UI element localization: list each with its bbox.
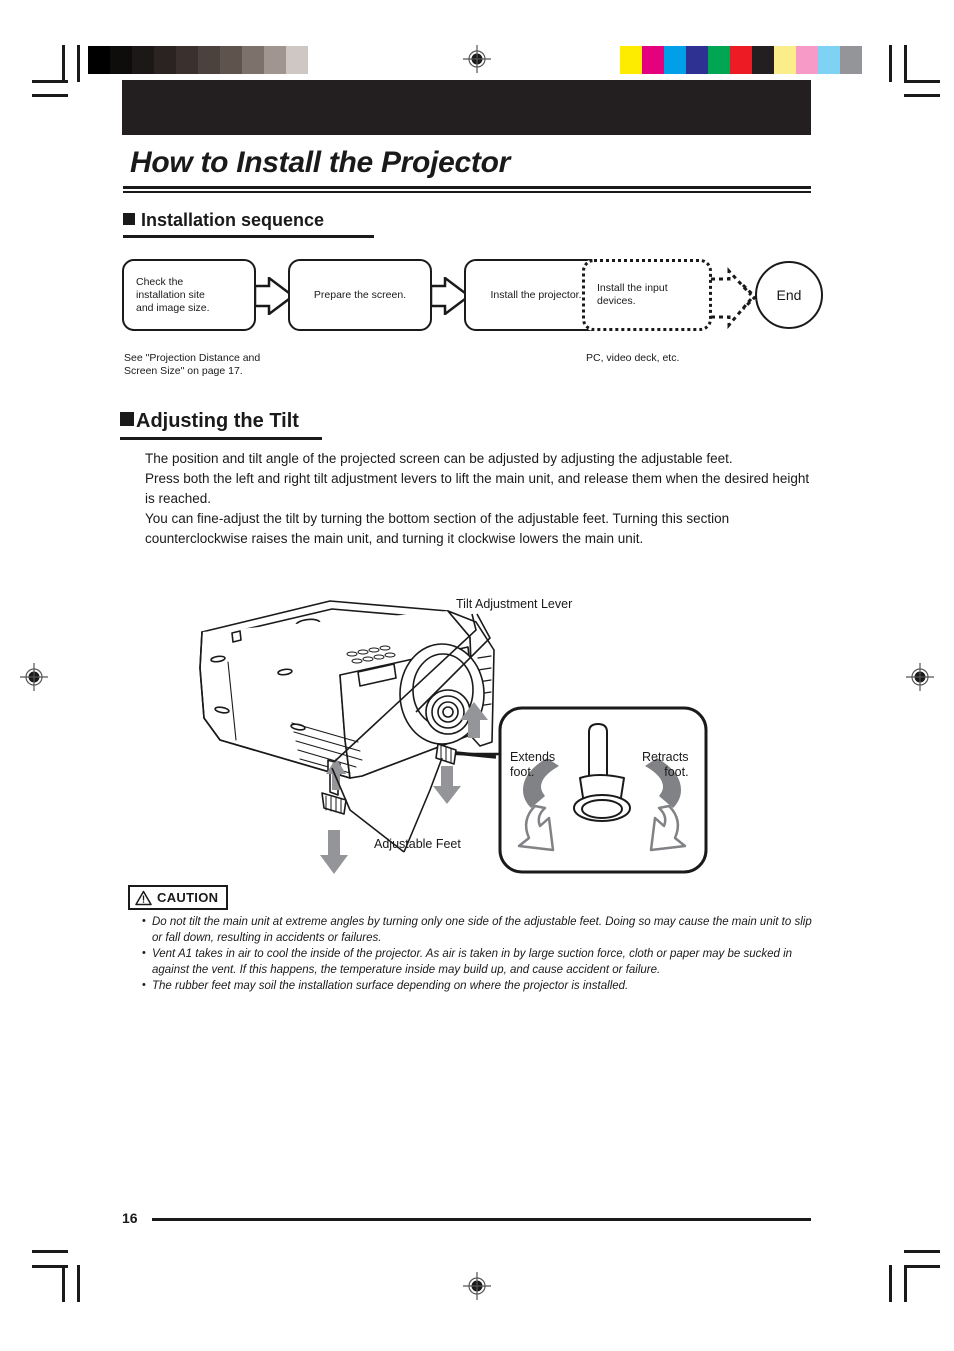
flow-step-4-optional: Install the input devices. <box>582 259 712 331</box>
color-patch-5 <box>730 46 752 74</box>
crop-mark-top-right-h <box>904 80 940 83</box>
section-heading-installation-sequence-label: Installation sequence <box>141 210 325 230</box>
flow-step-2-label: Prepare the screen. <box>313 288 407 301</box>
color-patch-9 <box>818 46 840 74</box>
caution-item-list: Do not tilt the main unit at extreme ang… <box>140 914 818 996</box>
grayscale-calibration-strip <box>88 46 330 74</box>
color-patch-4 <box>708 46 730 74</box>
color-patch-2 <box>664 46 686 74</box>
crop-mark-top-right-v2 <box>904 45 907 82</box>
section-heading-installation-sequence: Installation sequence <box>123 210 324 231</box>
crop-mark-bottom-left-h2 <box>32 1250 68 1253</box>
registration-mark-left <box>20 663 48 691</box>
header-black-bar <box>122 80 811 135</box>
crop-mark-bottom-left-v2 <box>77 1265 80 1302</box>
grayscale-patch-5 <box>198 46 220 74</box>
grayscale-patch-3 <box>154 46 176 74</box>
registration-mark-bottom <box>463 1272 491 1300</box>
label-extends-foot: Extends foot. <box>510 750 556 779</box>
flow-step-1: Check the installation site and image si… <box>122 259 256 331</box>
color-patch-0 <box>620 46 642 74</box>
crop-mark-bottom-right-v <box>889 1265 892 1302</box>
flow-step-2: Prepare the screen. <box>288 259 432 331</box>
caution-item: Vent A1 takes in air to cool the inside … <box>140 946 818 978</box>
adjusting-tilt-body: The position and tilt angle of the proje… <box>145 449 813 549</box>
footer-rule <box>152 1218 811 1221</box>
caution-badge: CAUTION <box>128 885 229 910</box>
label-tilt-adjustment-lever: Tilt Adjustment Lever <box>456 597 573 611</box>
grayscale-patch-1 <box>110 46 132 74</box>
crop-mark-bottom-left-h <box>32 1265 68 1268</box>
color-patch-3 <box>686 46 708 74</box>
title-rule-lower <box>123 191 811 193</box>
crop-mark-top-right-v <box>889 45 892 82</box>
crop-mark-bottom-right-h <box>904 1265 940 1268</box>
flowchart-note-left: See "Projection Distance and Screen Size… <box>124 352 261 377</box>
label-retracts-foot: Retracts foot. <box>642 750 689 779</box>
grayscale-patch-6 <box>220 46 242 74</box>
body-paragraph-1: The position and tilt angle of the proje… <box>145 451 733 466</box>
flow-end-node: End <box>755 261 823 329</box>
flow-step-3-label: Install the projector. <box>490 288 582 301</box>
color-patch-1 <box>642 46 664 74</box>
flow-step-4-label: Install the input devices. <box>597 282 668 307</box>
section-heading-adjusting-tilt: Adjusting the Tilt <box>120 410 299 433</box>
caution-label: CAUTION <box>157 890 219 905</box>
crop-mark-bottom-right-h2 <box>904 1250 940 1253</box>
registration-mark-right <box>906 663 934 691</box>
flowchart-note-right: PC, video deck, etc. <box>586 352 680 364</box>
section-heading-adjusting-tilt-underline <box>120 437 322 440</box>
bullet-square-icon <box>123 213 135 225</box>
crop-mark-bottom-left-v <box>62 1265 65 1302</box>
title-rule-upper <box>123 186 811 189</box>
page-number: 16 <box>122 1210 138 1226</box>
color-patch-6 <box>752 46 774 74</box>
grayscale-patch-0 <box>88 46 110 74</box>
body-paragraph-3: You can fine-adjust the tilt by turning … <box>145 511 730 546</box>
color-patch-8 <box>796 46 818 74</box>
projector-tilt-illustration: Tilt Adjustment Lever Adjustable Feet Ex… <box>180 590 740 880</box>
crop-mark-top-left-v2 <box>77 45 80 82</box>
installation-sequence-flowchart: Check the installation site and image si… <box>122 255 823 345</box>
grayscale-patch-9 <box>286 46 308 74</box>
crop-mark-top-left-h2 <box>32 94 68 97</box>
registration-mark-top <box>463 45 491 73</box>
grayscale-patch-10 <box>308 46 330 74</box>
crop-mark-top-right-h2 <box>904 94 940 97</box>
warning-triangle-icon <box>135 890 152 905</box>
caution-item: The rubber feet may soil the installatio… <box>140 978 818 995</box>
grayscale-patch-2 <box>132 46 154 74</box>
page-title: How to Install the Projector <box>130 146 510 179</box>
color-patch-10 <box>840 46 862 74</box>
grayscale-patch-8 <box>264 46 286 74</box>
label-adjustable-feet: Adjustable Feet <box>374 837 461 851</box>
crop-mark-bottom-right-v2 <box>904 1265 907 1302</box>
body-paragraph-2: Press both the left and right tilt adjus… <box>145 471 810 506</box>
color-patch-7 <box>774 46 796 74</box>
flow-end-label: End <box>776 287 802 303</box>
caution-item: Do not tilt the main unit at extreme ang… <box>140 914 818 946</box>
flow-step-1-label: Check the installation site and image si… <box>136 275 210 314</box>
grayscale-patch-7 <box>242 46 264 74</box>
color-calibration-strip <box>620 46 862 74</box>
bullet-square-icon-2 <box>120 412 134 426</box>
section-heading-installation-sequence-underline <box>123 235 374 238</box>
section-heading-adjusting-tilt-label: Adjusting the Tilt <box>136 410 299 432</box>
grayscale-patch-4 <box>176 46 198 74</box>
crop-mark-top-left-v <box>62 45 65 82</box>
